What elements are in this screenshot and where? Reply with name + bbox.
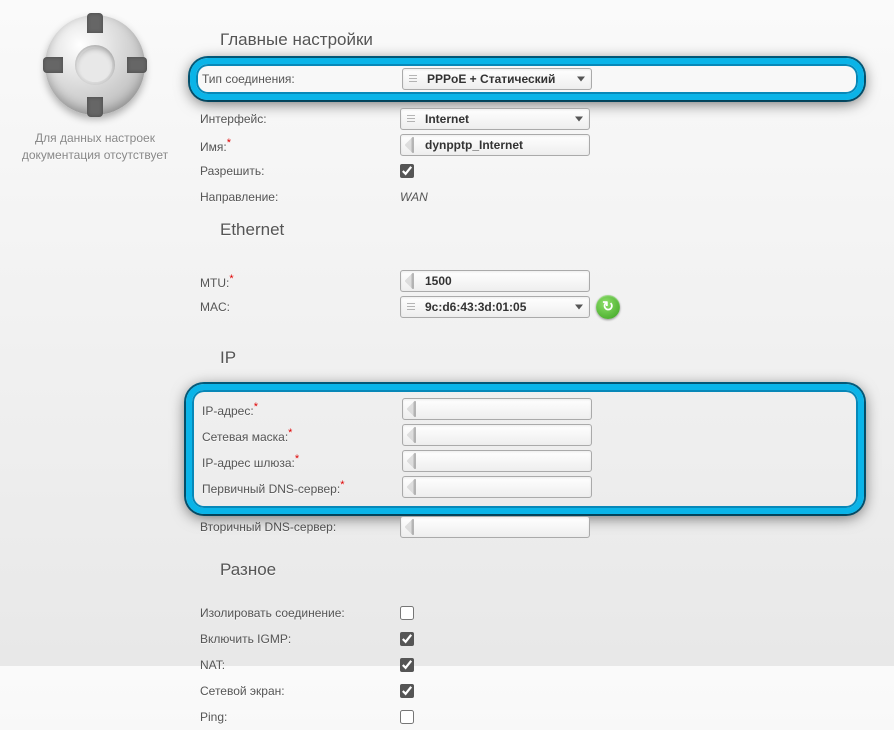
- mtu-label: MTU:*: [200, 271, 400, 292]
- name-label: Имя:*: [200, 135, 400, 156]
- highlight-connection-type: Тип соединения: PPPoE + Статический: [190, 58, 864, 100]
- dns2-input[interactable]: [400, 516, 590, 538]
- mask-label: Сетевая маска:*: [202, 425, 402, 446]
- fw-checkbox[interactable]: [400, 684, 414, 698]
- ip-input[interactable]: [402, 398, 592, 420]
- mtu-input[interactable]: 1500: [400, 270, 590, 292]
- fw-label: Сетевой экран:: [200, 682, 400, 700]
- highlight-ip-block: IP-адрес:* Сетевая маска:* IP-адрес шлюз…: [186, 384, 864, 514]
- enable-checkbox[interactable]: [400, 164, 414, 178]
- name-input[interactable]: dynpptp_Internet: [400, 134, 590, 156]
- nat-label: NAT:: [200, 656, 400, 674]
- mac-label: MAC:: [200, 298, 400, 316]
- section-main-title: Главные настройки: [220, 30, 864, 50]
- mac-select[interactable]: 9c:d6:43:3d:01:05: [400, 296, 590, 318]
- interface-label: Интерфейс:: [200, 110, 400, 128]
- section-misc-title: Разное: [220, 560, 864, 580]
- ping-checkbox[interactable]: [400, 710, 414, 724]
- isolate-checkbox[interactable]: [400, 606, 414, 620]
- section-ethernet-title: Ethernet: [220, 220, 864, 240]
- gw-input[interactable]: [402, 450, 592, 472]
- gw-label: IP-адрес шлюза:*: [202, 451, 402, 472]
- dns1-input[interactable]: [402, 476, 592, 498]
- direction-label: Направление:: [200, 188, 400, 206]
- dns1-label: Первичный DNS-сервер:*: [202, 477, 402, 498]
- lifebuoy-icon: [45, 15, 145, 115]
- help-text: Для данных настроек документация отсутст…: [10, 130, 180, 164]
- ip-label: IP-адрес:*: [202, 399, 402, 420]
- direction-value: WAN: [400, 190, 428, 204]
- mask-input[interactable]: [402, 424, 592, 446]
- nat-checkbox[interactable]: [400, 658, 414, 672]
- conn-type-label: Тип соединения:: [202, 70, 402, 88]
- igmp-checkbox[interactable]: [400, 632, 414, 646]
- mac-refresh-button[interactable]: [596, 295, 620, 319]
- conn-type-select[interactable]: PPPoE + Статический: [402, 68, 592, 90]
- enable-label: Разрешить:: [200, 162, 400, 180]
- isolate-label: Изолировать соединение:: [200, 604, 400, 622]
- dns2-label: Вторичный DNS-сервер:: [200, 518, 400, 536]
- ping-label: Ping:: [200, 708, 400, 726]
- interface-select[interactable]: Internet: [400, 108, 590, 130]
- igmp-label: Включить IGMP:: [200, 630, 400, 648]
- section-ip-title: IP: [220, 348, 864, 368]
- help-sidebar: Для данных настроек документация отсутст…: [0, 0, 190, 666]
